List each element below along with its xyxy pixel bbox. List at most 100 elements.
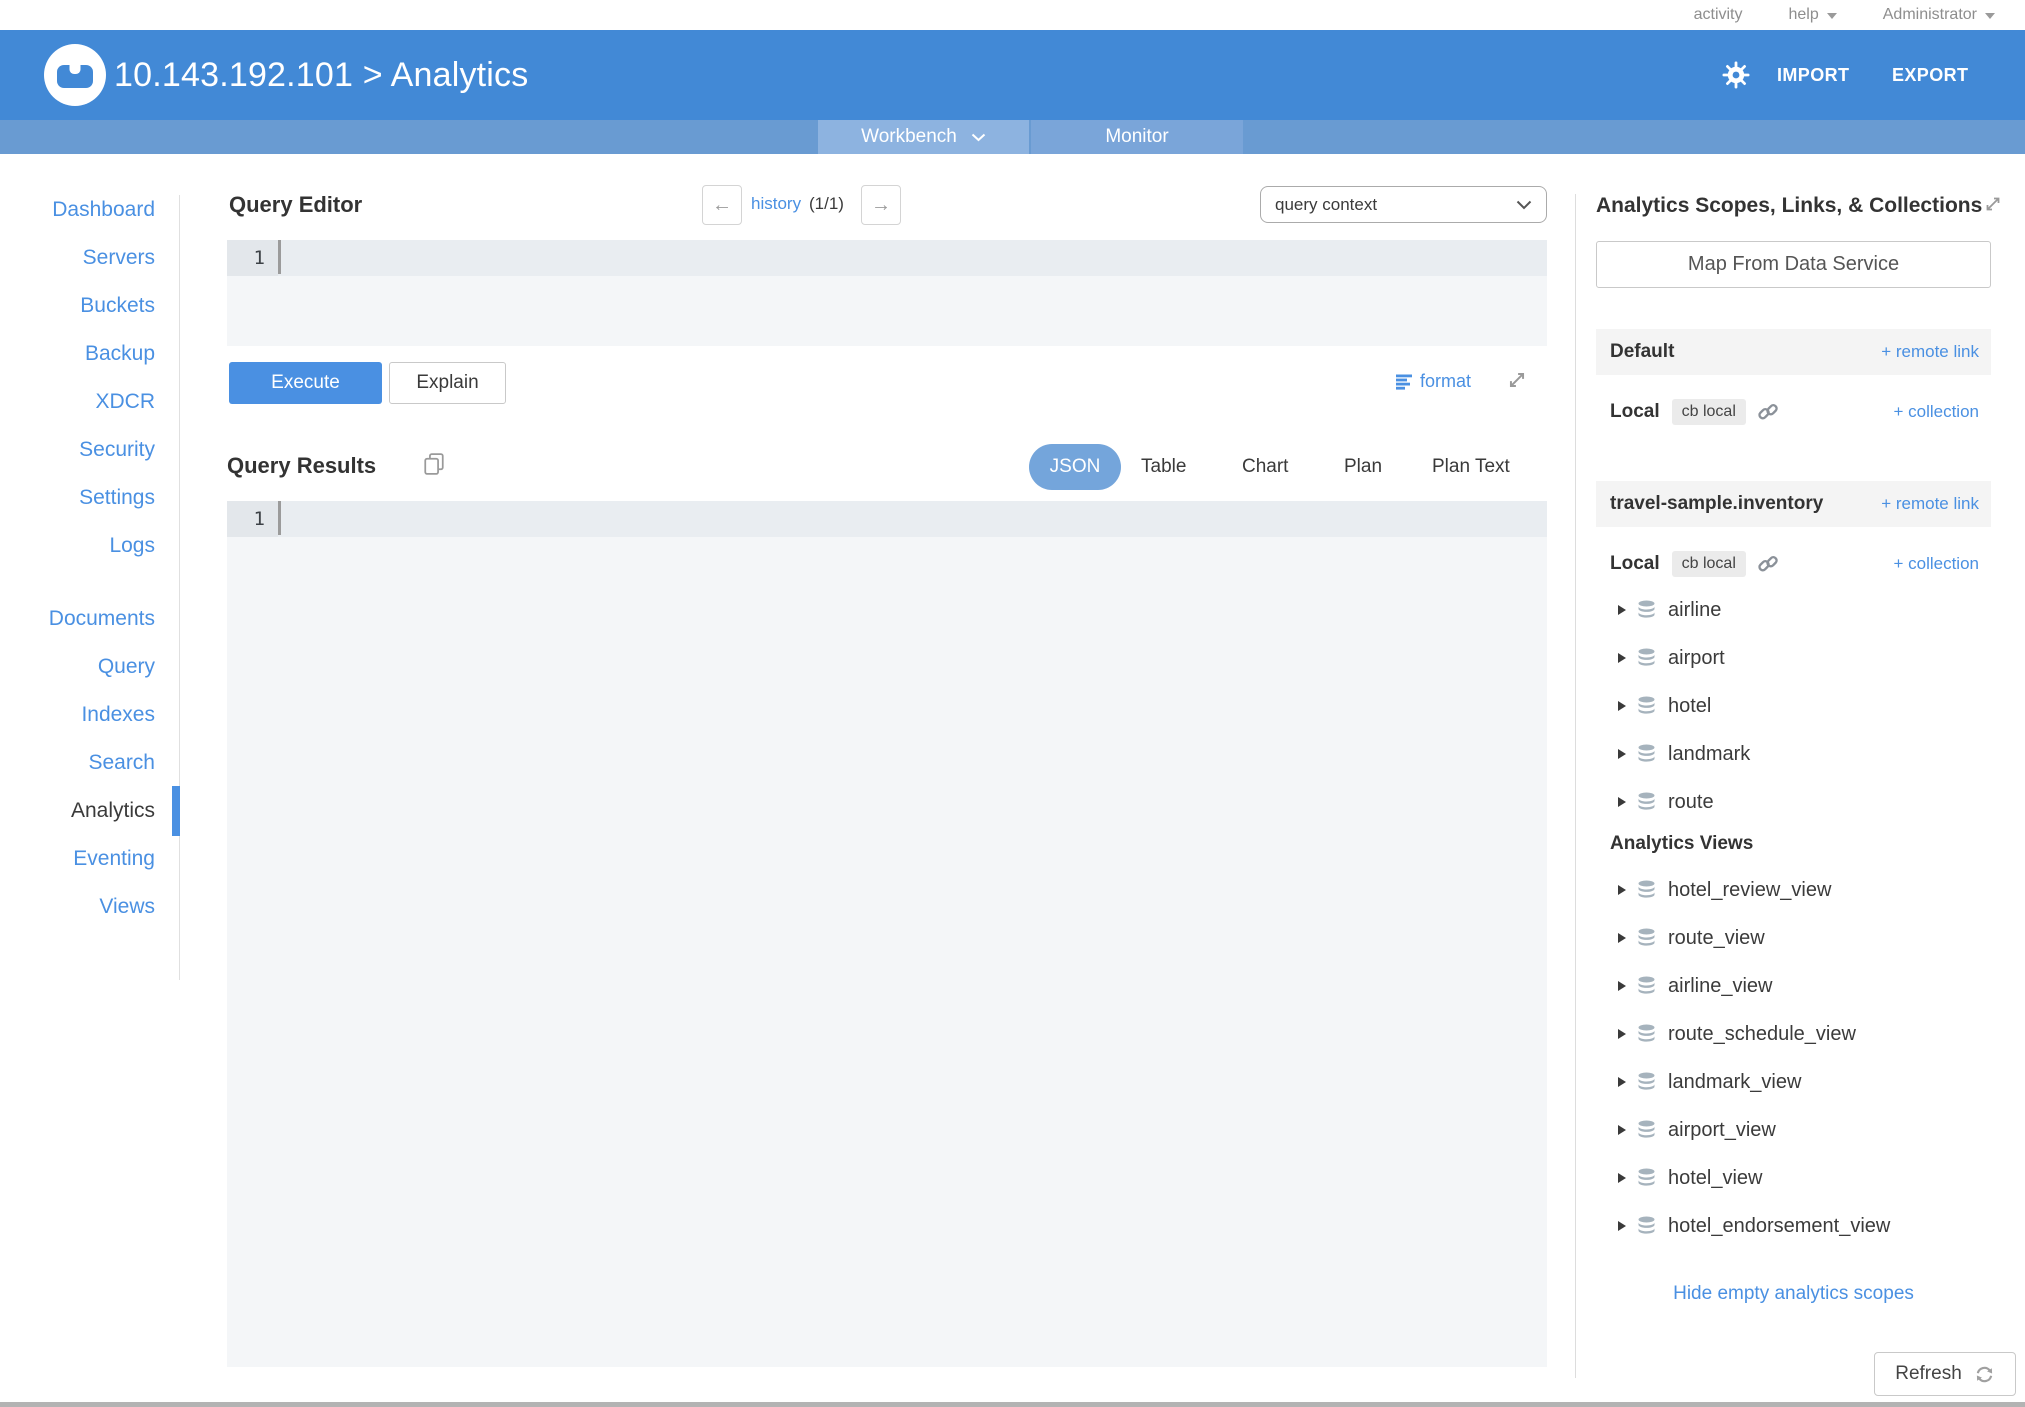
- query-results-line-number: 1: [227, 501, 278, 537]
- right-panel-divider: [1575, 194, 1576, 1378]
- history-next-button[interactable]: →: [861, 185, 901, 225]
- refresh-icon: [1976, 1366, 1992, 1382]
- format-button[interactable]: format: [1396, 371, 1471, 392]
- history-prev-button[interactable]: ←: [702, 185, 742, 225]
- expander-triangle-icon[interactable]: [1618, 1029, 1626, 1039]
- expander-triangle-icon[interactable]: [1618, 701, 1626, 711]
- sidebar-item-settings[interactable]: Settings: [0, 474, 155, 522]
- add-remote-link[interactable]: + remote link: [1881, 342, 1979, 362]
- expander-triangle-icon[interactable]: [1618, 1125, 1626, 1135]
- tab-monitor[interactable]: Monitor: [1031, 120, 1243, 154]
- refresh-label: Refresh: [1895, 1363, 1962, 1384]
- arrow-left-icon: ←: [712, 193, 732, 216]
- map-from-data-service-button[interactable]: Map From Data Service: [1596, 241, 1991, 288]
- copy-results-icon[interactable]: [420, 450, 448, 483]
- local-row-inventory: Local cb local + collection: [1596, 544, 1991, 584]
- hide-empty-scopes-link[interactable]: Hide empty analytics scopes: [1596, 1283, 1991, 1305]
- sidebar-item-xdcr[interactable]: XDCR: [0, 378, 155, 426]
- add-remote-link[interactable]: + remote link: [1881, 494, 1979, 514]
- caret-down-icon: [1826, 13, 1837, 19]
- expander-triangle-icon[interactable]: [1618, 933, 1626, 943]
- collection-row-hotel[interactable]: hotel: [1596, 682, 1991, 730]
- app-header: 10.143.192.101 > Analytics IMPORT EXPORT: [0, 30, 2025, 120]
- sidebar-item-eventing[interactable]: Eventing: [0, 835, 155, 883]
- sidebar-item-dashboard[interactable]: Dashboard: [0, 186, 155, 234]
- sidebar-item-views[interactable]: Views: [0, 883, 155, 931]
- database-icon: [1637, 744, 1656, 764]
- sidebar-item-analytics[interactable]: Analytics: [0, 787, 155, 835]
- chain-link-icon: [1756, 552, 1780, 576]
- history-link[interactable]: history: [751, 194, 801, 214]
- collection-label: hotel: [1668, 694, 1712, 717]
- expander-triangle-icon[interactable]: [1618, 1077, 1626, 1087]
- add-collection-link[interactable]: + collection: [1893, 554, 1979, 574]
- analytics-views-header: Analytics Views: [1610, 833, 1754, 854]
- tab-workbench[interactable]: Workbench: [818, 120, 1029, 154]
- tab-plan[interactable]: Plan: [1344, 444, 1382, 490]
- database-icon: [1637, 1024, 1656, 1044]
- sidebar-item-logs[interactable]: Logs: [0, 522, 155, 570]
- expand-panel-icon[interactable]: [1983, 194, 2003, 219]
- tab-table[interactable]: Table: [1141, 444, 1186, 490]
- sidebar-item-search[interactable]: Search: [0, 739, 155, 787]
- link-chip[interactable]: cb local: [1671, 551, 1746, 577]
- gear-icon[interactable]: [1722, 61, 1750, 94]
- view-label: route_schedule_view: [1668, 1022, 1856, 1045]
- sidebar-item-servers[interactable]: Servers: [0, 234, 155, 282]
- database-icon: [1637, 1216, 1656, 1236]
- expand-editor-icon[interactable]: [1506, 369, 1528, 396]
- view-row-hotel-view[interactable]: hotel_view: [1596, 1154, 1991, 1202]
- view-row-airport-view[interactable]: airport_view: [1596, 1106, 1991, 1154]
- collection-row-route[interactable]: route: [1596, 778, 1991, 826]
- database-icon: [1637, 928, 1656, 948]
- expander-triangle-icon[interactable]: [1618, 1173, 1626, 1183]
- refresh-button[interactable]: Refresh: [1874, 1352, 2016, 1396]
- sidebar-item-buckets[interactable]: Buckets: [0, 282, 155, 330]
- database-icon: [1637, 880, 1656, 900]
- sidebar: Dashboard Servers Buckets Backup XDCR Se…: [0, 186, 155, 931]
- query-editor-area[interactable]: 1: [227, 240, 1547, 346]
- add-collection-link[interactable]: + collection: [1893, 402, 1979, 422]
- expander-triangle-icon[interactable]: [1618, 653, 1626, 663]
- collection-label: landmark: [1668, 742, 1751, 765]
- administrator-menu[interactable]: Administrator: [1883, 6, 1995, 24]
- chevron-down-icon: [1516, 200, 1532, 209]
- scope-name: Default: [1610, 341, 1675, 362]
- sidebar-item-query[interactable]: Query: [0, 643, 155, 691]
- collection-row-airline[interactable]: airline: [1596, 586, 1991, 634]
- tab-chart[interactable]: Chart: [1242, 444, 1288, 490]
- database-icon: [1637, 1072, 1656, 1092]
- link-chip[interactable]: cb local: [1671, 399, 1746, 425]
- view-row-hotel-review-view[interactable]: hotel_review_view: [1596, 866, 1991, 914]
- expander-triangle-icon[interactable]: [1618, 797, 1626, 807]
- export-button[interactable]: EXPORT: [1892, 30, 1968, 120]
- monitor-label: Monitor: [1105, 126, 1169, 147]
- sidebar-item-backup[interactable]: Backup: [0, 330, 155, 378]
- expander-triangle-icon[interactable]: [1618, 749, 1626, 759]
- expander-triangle-icon[interactable]: [1618, 1221, 1626, 1231]
- view-row-hotel-endorsement-view[interactable]: hotel_endorsement_view: [1596, 1202, 1991, 1250]
- help-menu[interactable]: help: [1789, 6, 1837, 24]
- database-icon: [1637, 696, 1656, 716]
- expander-triangle-icon[interactable]: [1618, 885, 1626, 895]
- collection-row-landmark[interactable]: landmark: [1596, 730, 1991, 778]
- sidebar-item-indexes[interactable]: Indexes: [0, 691, 155, 739]
- view-row-airline-view[interactable]: airline_view: [1596, 962, 1991, 1010]
- explain-button[interactable]: Explain: [389, 362, 506, 404]
- sidebar-item-documents[interactable]: Documents: [0, 595, 155, 643]
- query-context-select[interactable]: query context: [1260, 186, 1547, 223]
- tab-json[interactable]: JSON: [1029, 444, 1121, 490]
- execute-button[interactable]: Execute: [229, 362, 382, 404]
- database-icon: [1637, 1120, 1656, 1140]
- expander-triangle-icon[interactable]: [1618, 981, 1626, 991]
- view-row-route-view[interactable]: route_view: [1596, 914, 1991, 962]
- view-row-landmark-view[interactable]: landmark_view: [1596, 1058, 1991, 1106]
- expander-triangle-icon[interactable]: [1618, 605, 1626, 615]
- collection-label: airline: [1668, 598, 1722, 621]
- import-button[interactable]: IMPORT: [1777, 30, 1849, 120]
- activity-link[interactable]: activity: [1694, 6, 1743, 24]
- collection-row-airport[interactable]: airport: [1596, 634, 1991, 682]
- tab-plan-text[interactable]: Plan Text: [1432, 444, 1510, 490]
- view-row-route-schedule-view[interactable]: route_schedule_view: [1596, 1010, 1991, 1058]
- sidebar-item-security[interactable]: Security: [0, 426, 155, 474]
